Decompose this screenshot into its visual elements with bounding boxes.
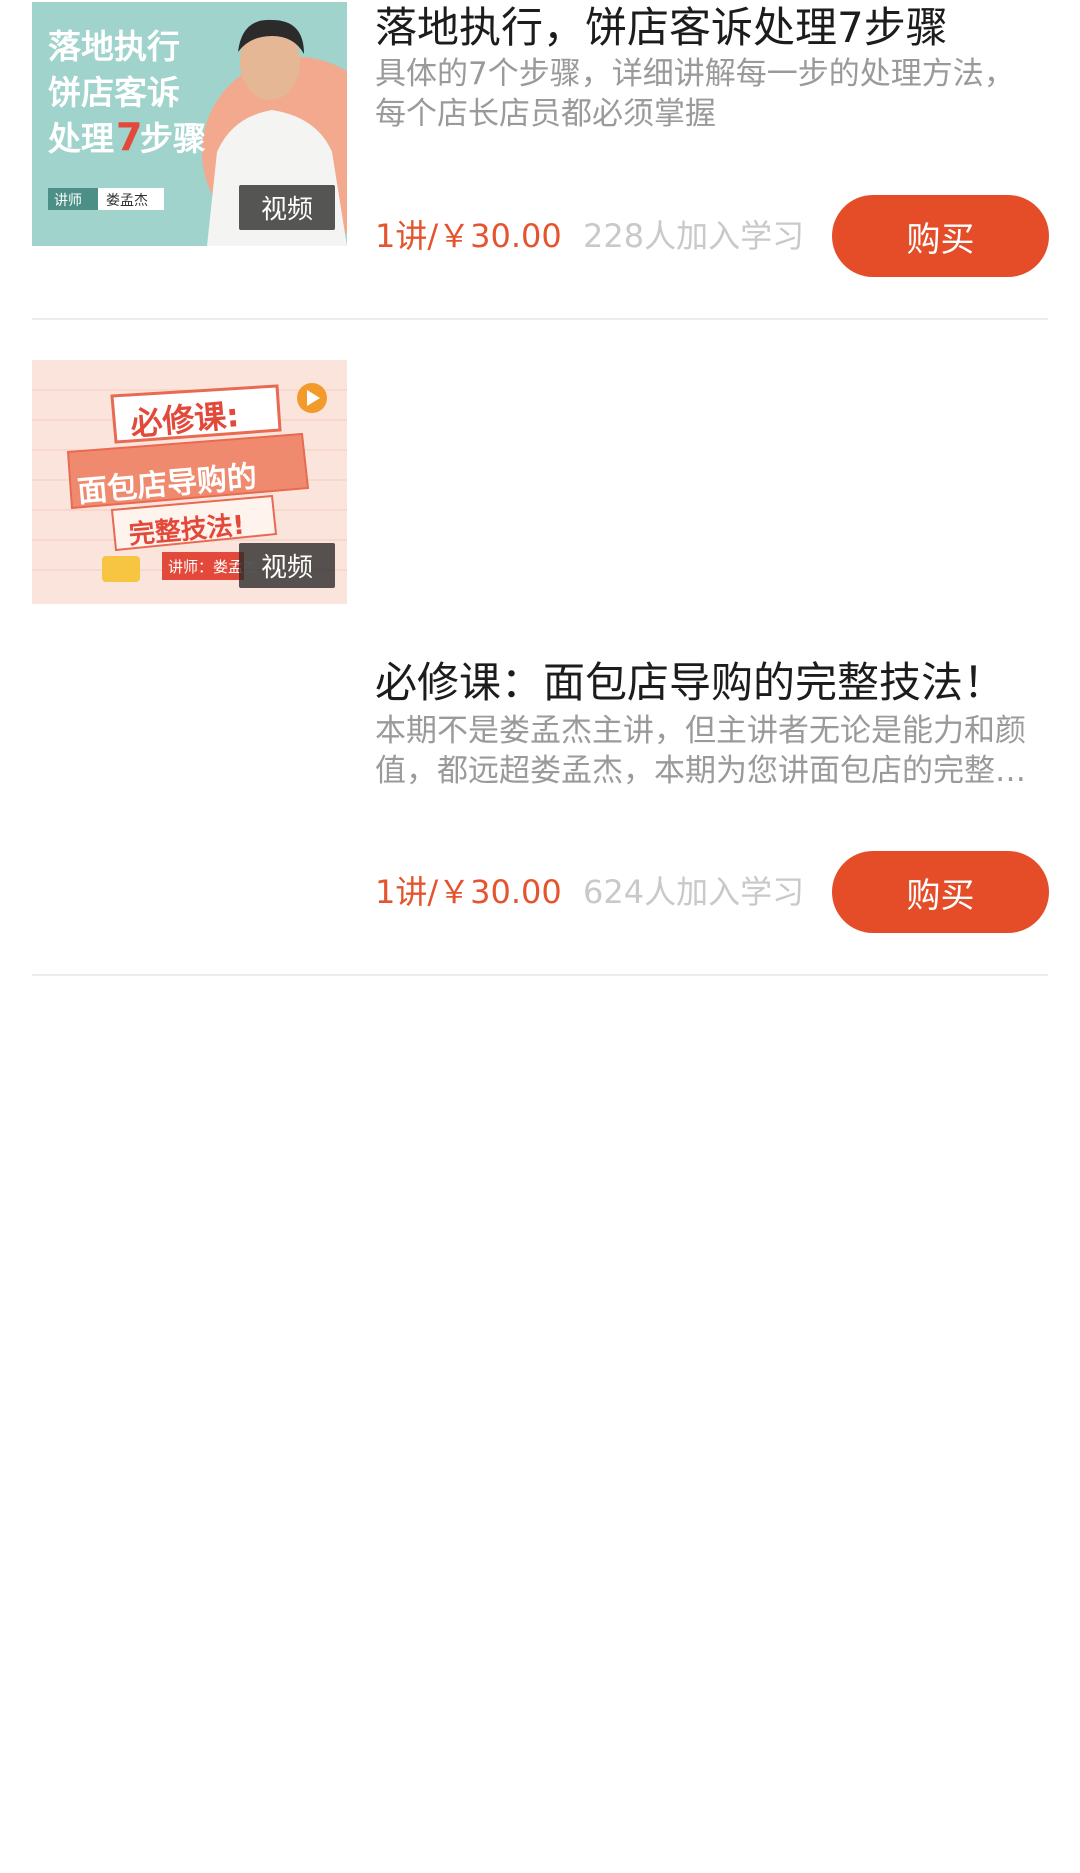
divider (32, 318, 1048, 320)
course-price: 1讲/￥30.00 (375, 873, 562, 911)
thumb-text-seven: 7 (116, 115, 142, 159)
course-title[interactable]: 必修课：面包店导购的完整技法！ (375, 659, 1055, 707)
course-list: 落地执行 饼店客诉 处理 7 步骤 讲师 娄孟杰 视频 落地执行，饼店客诉处理7… (0, 0, 1080, 1873)
course-description: 具体的7个步骤，详细讲解每一步的处理方法，每个店长店员都必须掌握 (375, 56, 1015, 132)
course-price: 1讲/￥30.00 (375, 217, 562, 255)
course-title[interactable]: 落地执行，饼店客诉处理7步骤 (375, 4, 1055, 52)
video-tag: 视频 (238, 185, 335, 230)
buy-button[interactable]: 购买 (832, 195, 1049, 277)
course-thumbnail[interactable]: 必修课: 面包店导购的 完整技法! 讲师：娄孟杰 视频 (32, 360, 347, 604)
learner-count: 624人加入学习 (583, 873, 805, 911)
course-thumbnail[interactable]: 落地执行 饼店客诉 处理 7 步骤 讲师 娄孟杰 视频 (32, 2, 347, 246)
thumb-text-line3: 处理 (47, 119, 114, 158)
course-item[interactable]: 必修课: 面包店导购的 完整技法! 讲师：娄孟杰 视频 必修课：面包店导购的完整… (0, 357, 1080, 976)
thumb-text-line3b: 步骤 (140, 119, 206, 158)
learner-count: 228人加入学习 (583, 217, 805, 255)
thumb-text-line2: 饼店客诉 (48, 73, 180, 112)
thumb-text-line1: 落地执行 (48, 27, 180, 66)
divider (32, 974, 1048, 976)
thumb-lecturer-name: 娄孟杰 (106, 193, 148, 209)
thumb-lecturer-label: 讲师 (54, 193, 82, 209)
course-description: 本期不是娄孟杰主讲，但主讲者无论是能力和颜值，都远超娄孟杰，本期为您讲面包店的完… (375, 713, 1026, 789)
course-item[interactable]: 落地执行 饼店客诉 处理 7 步骤 讲师 娄孟杰 视频 落地执行，饼店客诉处理7… (0, 0, 1080, 357)
buy-button[interactable]: 购买 (832, 851, 1049, 933)
video-tag: 视频 (238, 543, 335, 588)
